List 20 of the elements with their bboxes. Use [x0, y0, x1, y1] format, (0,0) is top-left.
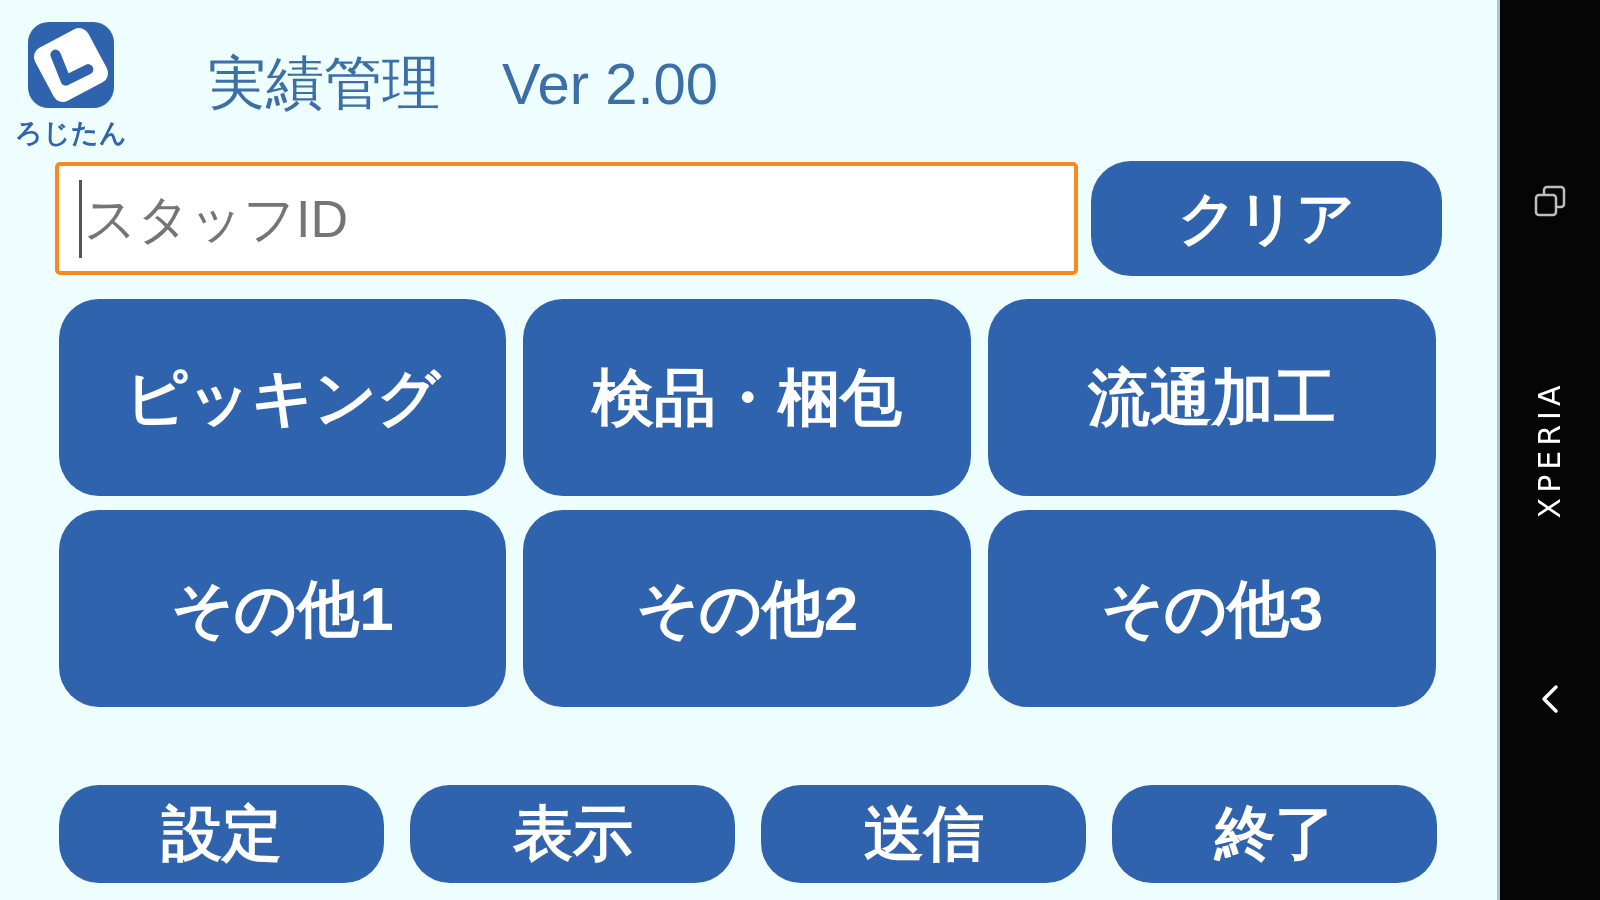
- footer-button[interactable]: 送信: [761, 785, 1086, 883]
- logo-icon: [28, 22, 114, 108]
- task-button[interactable]: その他2: [523, 510, 971, 707]
- staff-id-field[interactable]: スタッフID: [55, 162, 1078, 275]
- clear-button[interactable]: クリア: [1091, 161, 1442, 276]
- task-button[interactable]: その他3: [988, 510, 1436, 707]
- footer-button[interactable]: 表示: [410, 785, 735, 883]
- task-button[interactable]: その他1: [59, 510, 506, 707]
- footer-button[interactable]: 設定: [59, 785, 384, 883]
- back-icon[interactable]: [1540, 684, 1560, 714]
- version-label: Ver 2.00: [502, 50, 719, 117]
- app-title: 実績管理: [208, 48, 440, 117]
- logo-caption: ろじたん: [15, 120, 127, 147]
- brand-label: XPERIA: [1532, 380, 1568, 518]
- footer-button[interactable]: 終了: [1112, 785, 1437, 883]
- task-button[interactable]: 検品・梱包: [523, 299, 971, 496]
- recent-apps-icon[interactable]: [1534, 185, 1566, 217]
- text-cursor-icon: [79, 180, 82, 258]
- task-button[interactable]: ピッキング: [59, 299, 506, 496]
- task-button[interactable]: 流通加工: [988, 299, 1436, 496]
